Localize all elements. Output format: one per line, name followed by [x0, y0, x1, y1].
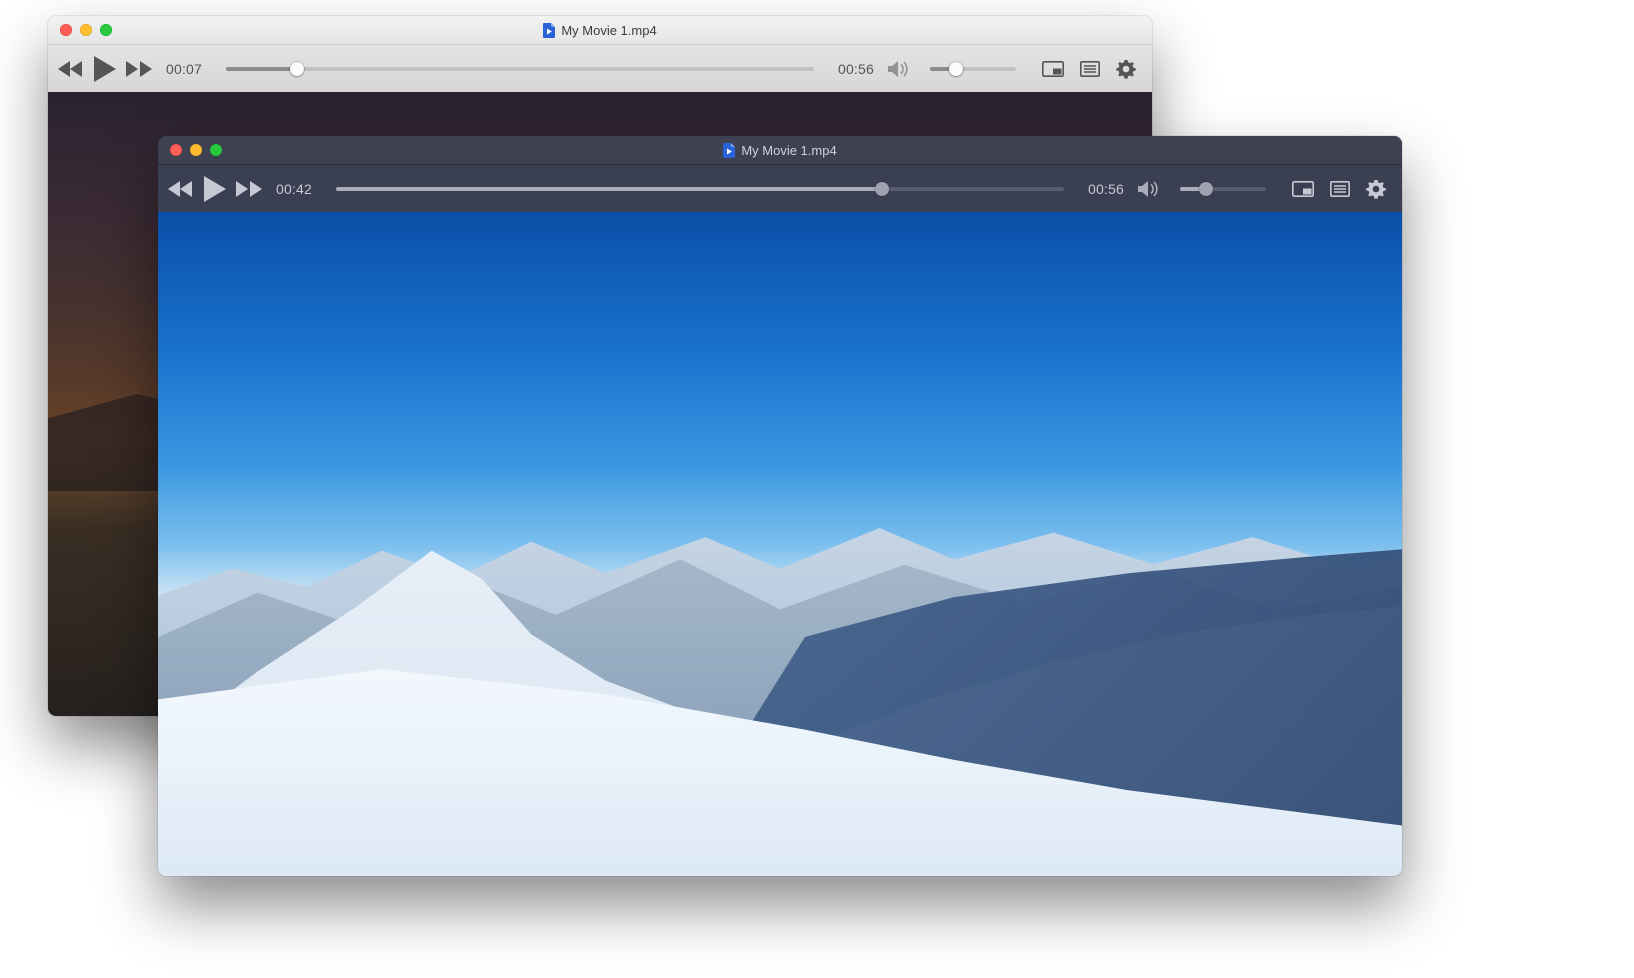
- window-title: My Movie 1.mp4: [561, 23, 656, 38]
- titlebar[interactable]: My Movie 1.mp4: [158, 136, 1402, 165]
- volume-slider[interactable]: [1180, 181, 1266, 197]
- fast-forward-button[interactable]: [126, 60, 152, 78]
- pip-button[interactable]: [1042, 61, 1064, 77]
- video-file-icon: [543, 23, 555, 38]
- video-file-icon: [723, 143, 735, 158]
- play-button[interactable]: [94, 56, 116, 82]
- total-time-label: 00:56: [838, 61, 874, 77]
- settings-button[interactable]: [1116, 59, 1136, 79]
- rewind-button[interactable]: [168, 180, 194, 198]
- titlebar[interactable]: My Movie 1.mp4: [48, 16, 1152, 45]
- window-title: My Movie 1.mp4: [741, 143, 836, 158]
- playback-controls: [168, 176, 262, 202]
- player-toolbar: 00:42 00:56: [158, 165, 1402, 214]
- close-button[interactable]: [60, 24, 72, 36]
- minimize-button[interactable]: [80, 24, 92, 36]
- playback-controls: [58, 56, 152, 82]
- close-button[interactable]: [170, 144, 182, 156]
- window-title-group: My Movie 1.mp4: [48, 23, 1152, 38]
- settings-button[interactable]: [1366, 179, 1386, 199]
- fast-forward-button[interactable]: [236, 180, 262, 198]
- playlist-button[interactable]: [1080, 61, 1100, 77]
- volume-button[interactable]: [888, 60, 910, 78]
- window-title-group: My Movie 1.mp4: [158, 143, 1402, 158]
- toolbar-right-icons: [1292, 179, 1386, 199]
- rewind-button[interactable]: [58, 60, 84, 78]
- zoom-button[interactable]: [210, 144, 222, 156]
- pip-button[interactable]: [1292, 181, 1314, 197]
- current-time-label: 00:07: [166, 61, 202, 77]
- toolbar-right-icons: [1042, 59, 1136, 79]
- zoom-button[interactable]: [100, 24, 112, 36]
- playlist-button[interactable]: [1330, 181, 1350, 197]
- volume-slider[interactable]: [930, 61, 1016, 77]
- current-time-label: 00:42: [276, 181, 312, 197]
- player-window-dark: My Movie 1.mp4 00:42 00:56: [158, 136, 1402, 876]
- traffic-lights: [158, 144, 222, 156]
- total-time-label: 00:56: [1088, 181, 1124, 197]
- minimize-button[interactable]: [190, 144, 202, 156]
- traffic-lights: [48, 24, 112, 36]
- volume-button[interactable]: [1138, 180, 1160, 198]
- player-toolbar: 00:07 00:56: [48, 45, 1152, 94]
- progress-slider[interactable]: [226, 61, 814, 77]
- video-area[interactable]: [158, 212, 1402, 876]
- progress-slider[interactable]: [336, 181, 1064, 197]
- video-frame-mountains: [158, 212, 1402, 876]
- play-button[interactable]: [204, 176, 226, 202]
